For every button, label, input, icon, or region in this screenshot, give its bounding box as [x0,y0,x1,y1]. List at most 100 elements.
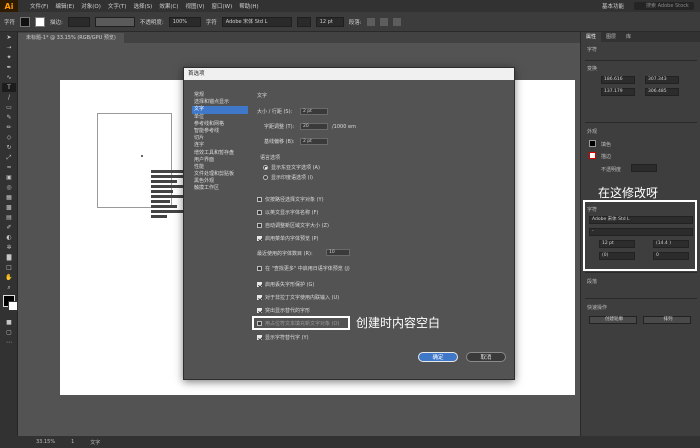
menu-file[interactable]: 文件(F) [30,2,48,10]
h-field[interactable]: 306.485 [645,88,679,96]
radio-indic[interactable]: 显示印度语选项 (I) [263,174,313,181]
hand-tool-icon[interactable]: ✋ [2,273,16,282]
fill-stroke-widget[interactable] [0,295,18,317]
artboard-tool-icon[interactable]: □ [2,263,16,272]
tab-libraries[interactable]: 库 [621,32,636,42]
checkbox-missing-glyph-box[interactable] [257,282,262,287]
stroke-color-swatch[interactable] [8,301,18,311]
baseline-shift-field[interactable]: 2 pt [300,138,328,145]
w-field[interactable]: 307.343 [645,76,679,84]
shaper-tool-icon[interactable]: ✏ [2,123,16,132]
zoom-tool-icon[interactable]: ⌕ [2,283,16,292]
gradient-tool-icon[interactable]: ▤ [2,213,16,222]
checkbox-inline-input[interactable]: 对于非拉丁文字使用内联输入 (U) [257,294,339,301]
paintbrush-tool-icon[interactable]: ✎ [2,113,16,122]
eyedropper-tool-icon[interactable]: ✐ [2,223,16,232]
fill-swatch-panel[interactable] [589,140,596,147]
checkbox-find-more-japanese[interactable]: 在 "查找更多" 中启用日语字体预览 (J) [257,265,350,272]
y-field[interactable]: 137.179 [601,88,635,96]
screen-mode-icon[interactable]: ▢ [2,328,16,337]
nav-units[interactable]: 单位 [192,114,248,121]
stroke-swatch[interactable] [35,16,46,27]
type-tool-icon[interactable]: T [2,83,16,92]
menu-view[interactable]: 视图(V) [185,2,204,10]
checkbox-highlight-substituted[interactable]: 突出显示替代的字形 [257,307,310,314]
menu-help[interactable]: 帮助(H) [239,2,258,10]
align-right-icon[interactable] [392,17,401,26]
stroke-weight-field[interactable] [67,16,90,27]
align-center-icon[interactable] [379,17,388,26]
checkbox-font-preview-box[interactable] [257,236,262,241]
line-tool-icon[interactable]: / [2,93,16,102]
free-transform-tool-icon[interactable]: ▣ [2,173,16,182]
menu-object[interactable]: 对象(O) [81,2,101,10]
nav-type[interactable]: 文字 [192,106,248,114]
size-leading-field[interactable]: 2 pt [300,108,328,115]
magic-wand-tool-icon[interactable]: ✦ [2,53,16,62]
width-tool-icon[interactable]: ≈ [2,163,16,172]
nav-performance[interactable]: 性能 [192,164,248,171]
workspace-switcher[interactable]: 基本功能 [602,2,624,10]
nav-hyphenation[interactable]: 连字 [192,142,248,149]
checkbox-type-select-path-box[interactable] [257,197,262,202]
mesh-tool-icon[interactable]: ▩ [2,203,16,212]
ok-button[interactable]: 确定 [418,352,458,362]
nav-user-interface[interactable]: 用户界面 [192,157,248,164]
brush-dropdown[interactable] [94,16,135,27]
pen-tool-icon[interactable]: ✒ [2,63,16,72]
opacity-field-panel[interactable] [631,164,657,172]
tracking-field[interactable]: 20 [300,123,328,130]
direct-selection-tool-icon[interactable]: ⇢ [2,43,16,52]
recent-fonts-dropdown[interactable]: 10 [326,249,350,256]
menu-effect[interactable]: 效果(C) [159,2,178,10]
curvature-tool-icon[interactable]: ∿ [2,73,16,82]
font-style-dropdown[interactable] [296,16,311,27]
checkbox-english-font-names[interactable]: 以英文显示字体名称 (F) [257,209,318,216]
menu-edit[interactable]: 编辑(E) [55,2,74,10]
stock-search-input[interactable]: 搜索 Adobe Stock [634,2,694,10]
cancel-button[interactable]: 取消 [466,352,506,362]
artboard-number[interactable]: 1 [71,439,74,445]
tab-layers[interactable]: 图层 [601,32,621,42]
edit-toolbar-icon[interactable]: ⋯ [2,338,16,347]
blend-tool-icon[interactable]: ◐ [2,233,16,242]
menu-select[interactable]: 选择(S) [134,2,153,10]
menu-window[interactable]: 窗口(W) [212,2,233,10]
shape-builder-tool-icon[interactable]: ◎ [2,183,16,192]
rotate-tool-icon[interactable]: ↻ [2,143,16,152]
checkbox-find-more-japanese-box[interactable] [257,266,262,271]
symbol-sprayer-tool-icon[interactable]: ✲ [2,243,16,252]
selection-tool-icon[interactable]: ➤ [2,33,16,42]
fill-swatch[interactable] [20,16,31,27]
checkbox-show-alternates[interactable]: 显示字符替代字 (Y) [257,334,309,341]
radio-east-asian-dot[interactable] [263,165,268,170]
menu-type[interactable]: 文字(T) [108,2,127,10]
arrange-button[interactable]: 排列 [643,316,691,324]
checkbox-show-alternates-box[interactable] [257,335,262,340]
radio-east-asian[interactable]: 显示东亚文字选项 (A) [263,164,320,171]
checkbox-auto-size-area[interactable]: 自动调整新区域文字大小 (Z) [257,222,329,229]
checkbox-highlight-substituted-box[interactable] [257,308,262,313]
checkbox-font-preview[interactable]: 启用菜单内字体预览 (P) [257,235,319,242]
checkbox-type-select-path[interactable]: 仅按路径选择文字对象 (Y) [257,196,324,203]
create-outlines-button[interactable]: 创建轮廓 [589,316,637,324]
checkbox-inline-input-box[interactable] [257,295,262,300]
align-left-icon[interactable] [366,17,375,26]
x-field[interactable]: 186.616 [601,76,635,84]
opacity-field[interactable]: 100% [168,16,201,27]
stroke-swatch-panel[interactable] [589,152,596,159]
tab-properties[interactable]: 属性 [581,32,602,42]
nav-touch-workspace[interactable]: 触摸工作区 [192,185,248,192]
nav-guides-grid[interactable]: 参考线和网格 [192,121,248,128]
nav-plugins-scratch[interactable]: 增效工具和暂存盘 [192,150,248,157]
zoom-level[interactable]: 33.15% [36,439,55,445]
perspective-grid-tool-icon[interactable]: ▦ [2,193,16,202]
draw-mode-icon[interactable]: ■ [2,318,16,327]
document-tab[interactable]: 未标题-1* @ 33.15% (RGB/GPU 预览) [18,33,124,43]
checkbox-auto-size-area-box[interactable] [257,223,262,228]
rectangle-tool-icon[interactable]: ▭ [2,103,16,112]
font-size-field[interactable]: 12 pt [315,16,344,27]
font-family-dropdown[interactable]: Adobe 宋体 Std L [221,16,292,27]
graph-tool-icon[interactable]: ▇ [2,253,16,262]
radio-indic-dot[interactable] [263,175,268,180]
